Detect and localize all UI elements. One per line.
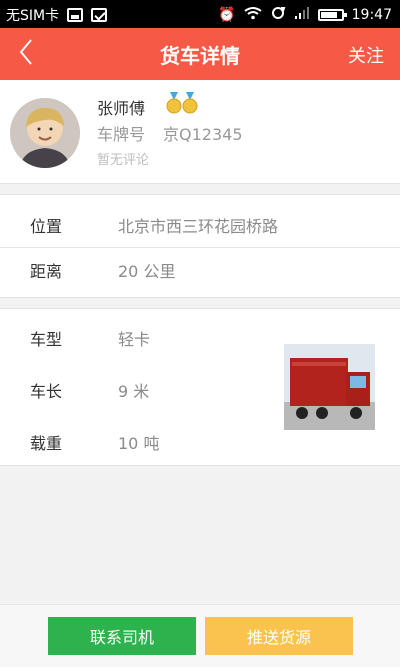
- carrier-text: 无SIM卡: [6, 8, 60, 24]
- driver-name: 张师傅: [97, 99, 146, 118]
- avatar[interactable]: [10, 98, 80, 168]
- truck-length-label: 车长: [30, 382, 63, 401]
- signal-icon: [294, 6, 310, 24]
- sync-icon: [270, 5, 286, 25]
- medal-icon: [164, 92, 200, 116]
- location-section: [0, 194, 400, 298]
- distance-label: 距离: [30, 262, 63, 281]
- status-right: ⏰ 19:47: [218, 5, 392, 25]
- truck-photo[interactable]: [284, 344, 375, 430]
- push-cargo-button[interactable]: 推送货源: [205, 617, 353, 655]
- app-header: 货车详情 关注: [0, 28, 400, 80]
- position-label: 位置: [30, 217, 63, 236]
- plate-label: 车牌号: [97, 125, 146, 144]
- image-icon: [67, 8, 84, 22]
- follow-button[interactable]: 关注: [348, 42, 384, 68]
- truck-type-value: 轻卡: [118, 330, 151, 349]
- battery-icon: [317, 9, 347, 21]
- plate-number: 京Q12345: [163, 125, 243, 144]
- status-left: 无SIM卡: [6, 5, 108, 25]
- truck-load-label: 载重: [30, 434, 63, 453]
- position-value: 北京市西三环花园桥路: [118, 217, 279, 236]
- alarm-icon: ⏰: [218, 7, 236, 23]
- truck-length-value: 9 米: [118, 382, 150, 401]
- divider: [0, 247, 400, 248]
- reviews-text: 暂无评论: [97, 153, 150, 168]
- truck-type-label: 车型: [30, 330, 63, 349]
- mail-icon: [91, 8, 108, 22]
- contact-driver-button[interactable]: 联系司机: [48, 617, 196, 655]
- distance-value: 20 公里: [118, 262, 176, 281]
- clock-time: 19:47: [351, 7, 392, 23]
- truck-load-value: 10 吨: [118, 434, 160, 453]
- page-title: 货车详情: [160, 44, 240, 68]
- wifi-icon: [244, 6, 262, 24]
- status-bar: 无SIM卡 ⏰ 19:47: [0, 0, 400, 28]
